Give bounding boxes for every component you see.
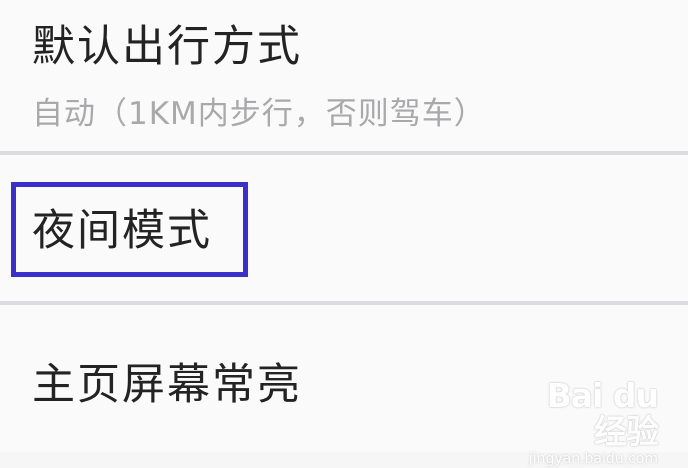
settings-list: 默认出行方式 自动（1KM内步行，否则驾车） 夜间模式 主页屏幕常亮 Bai d… xyxy=(0,0,688,468)
setting-title: 夜间模式 xyxy=(32,206,212,256)
setting-title: 默认出行方式 xyxy=(32,22,302,72)
setting-title: 主页屏幕常亮 xyxy=(32,360,302,410)
baidu-jingyan-watermark: Bai du 经验 jingyan.baidu.com xyxy=(508,378,659,468)
setting-value: 自动（1KM内步行，否则驾车） xyxy=(32,96,486,132)
watermark-url: jingyan.baidu.com xyxy=(528,451,658,467)
watermark-logo: Bai du 经验 xyxy=(546,376,659,451)
setting-row-night-mode[interactable]: 夜间模式 xyxy=(0,155,688,301)
setting-row-default-travel-mode[interactable]: 默认出行方式 自动（1KM内步行，否则驾车） xyxy=(0,0,688,151)
